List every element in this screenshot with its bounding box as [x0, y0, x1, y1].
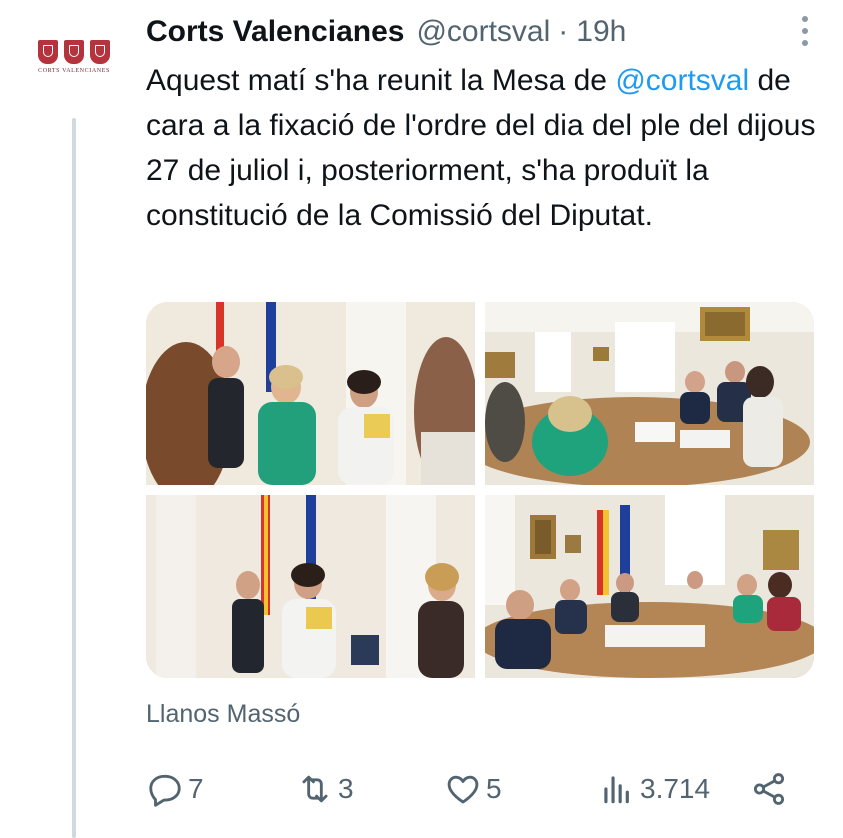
comment-icon — [149, 774, 181, 807]
photo-3[interactable] — [146, 495, 475, 678]
retweet-button[interactable]: 3 — [296, 770, 354, 808]
author-name[interactable]: Corts Valencianes — [146, 15, 404, 49]
like-button[interactable]: 5 — [444, 770, 502, 808]
like-count: 5 — [486, 773, 502, 804]
photo-1[interactable] — [146, 302, 475, 485]
avatar[interactable]: CORTS VALENCIANES — [28, 40, 120, 86]
shield-icon — [90, 40, 110, 64]
photo-2-art — [485, 302, 814, 485]
thread-line — [72, 118, 76, 838]
tweet-text-part1: Aquest matí s'ha reunit la Mesa de — [146, 64, 616, 97]
share-button[interactable] — [750, 770, 788, 808]
reply-count: 7 — [188, 773, 204, 804]
photo-4[interactable] — [485, 495, 814, 678]
more-dot — [802, 28, 808, 34]
timestamp[interactable]: 19h — [576, 15, 626, 49]
avatar-brand: CORTS VALENCIANES — [38, 68, 110, 74]
photo-1-art — [146, 302, 475, 485]
share-icon — [753, 773, 785, 805]
photo-grid — [146, 302, 814, 678]
photo-4-art — [485, 495, 814, 678]
separator-dot: · — [558, 15, 569, 48]
views-button[interactable]: 3.714 — [598, 770, 710, 808]
reply-button[interactable]: 7 — [146, 770, 204, 808]
mention-link[interactable]: @cortsval — [615, 64, 749, 97]
photo-credit: Llanos Massó — [146, 700, 301, 728]
retweet-icon — [302, 775, 328, 803]
more-vertical-icon[interactable] — [801, 16, 809, 46]
views-count: 3.714 — [640, 773, 711, 804]
action-bar: 7 3 5 3.714 — [146, 764, 786, 814]
analytics-icon — [604, 776, 629, 804]
photo-2[interactable] — [485, 302, 814, 485]
shield-icon — [38, 40, 58, 64]
more-dot — [802, 16, 808, 22]
tweet-header: Corts Valencianes @cortsval · 19h — [146, 12, 813, 52]
logo-shields — [38, 40, 110, 64]
author-handle[interactable]: @cortsval — [416, 15, 550, 49]
photo-3-art — [146, 495, 475, 678]
retweet-count: 3 — [338, 773, 354, 804]
tweet-text: Aquest matí s'ha reunit la Mesa de @cort… — [146, 58, 836, 238]
shield-icon — [64, 40, 84, 64]
more-dot — [802, 40, 808, 46]
heart-icon — [447, 775, 479, 804]
